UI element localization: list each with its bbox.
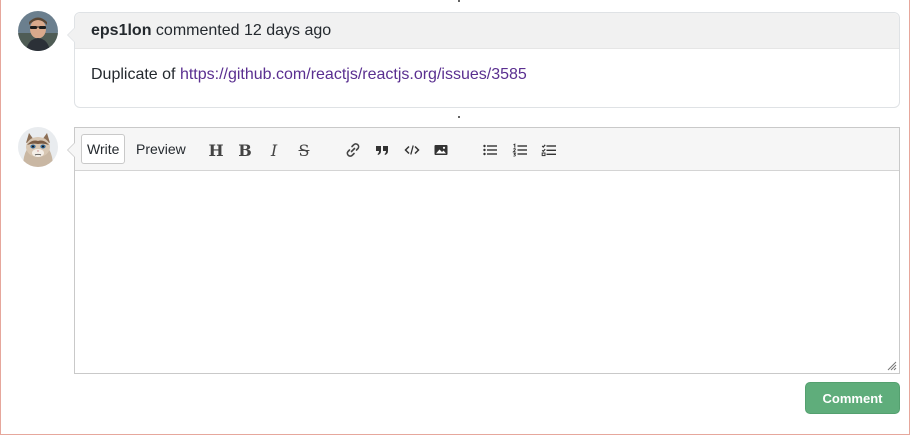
tab-preview[interactable]: Preview — [130, 134, 192, 164]
comment-submit-button[interactable]: Comment — [805, 382, 900, 414]
comment-body-text: Duplicate of — [91, 66, 176, 83]
numbered-list-icon[interactable] — [510, 140, 530, 160]
comment-card: eps1lon commented 12 days ago Duplicate … — [67, 12, 900, 108]
italic-icon[interactable]: I — [264, 140, 284, 160]
editor-toolbar: Write Preview H B I S — [75, 128, 899, 171]
code-icon[interactable] — [402, 140, 422, 160]
comment-author-link[interactable]: eps1lon — [91, 22, 151, 39]
current-user-avatar — [18, 127, 58, 167]
divider-dot — [458, 0, 460, 2]
issue-link[interactable]: https://github.com/reactjs/reactjs.org/i… — [180, 66, 527, 83]
comment-header: eps1lon commented 12 days ago — [75, 13, 899, 49]
comment-body: Duplicate of https://github.com/reactjs/… — [75, 49, 899, 101]
comment-textarea[interactable] — [75, 171, 899, 373]
resize-handle-icon[interactable] — [885, 359, 897, 371]
person-avatar-icon — [18, 11, 58, 51]
bold-icon[interactable]: B — [235, 140, 255, 160]
cat-avatar-icon — [18, 127, 58, 167]
tab-write[interactable]: Write — [81, 134, 126, 164]
comment-meta[interactable]: commented 12 days ago — [156, 22, 331, 39]
commenter-avatar[interactable] — [18, 11, 58, 51]
quote-icon[interactable] — [372, 140, 392, 160]
heading-icon[interactable]: H — [206, 140, 226, 160]
task-list-icon[interactable] — [539, 140, 559, 160]
image-icon[interactable] — [431, 140, 451, 160]
comment-editor: Write Preview H B I S — [67, 127, 900, 374]
divider-dot — [458, 116, 460, 118]
bullet-list-icon[interactable] — [480, 140, 500, 160]
strikethrough-icon[interactable]: S — [294, 140, 314, 160]
link-icon[interactable] — [343, 140, 363, 160]
